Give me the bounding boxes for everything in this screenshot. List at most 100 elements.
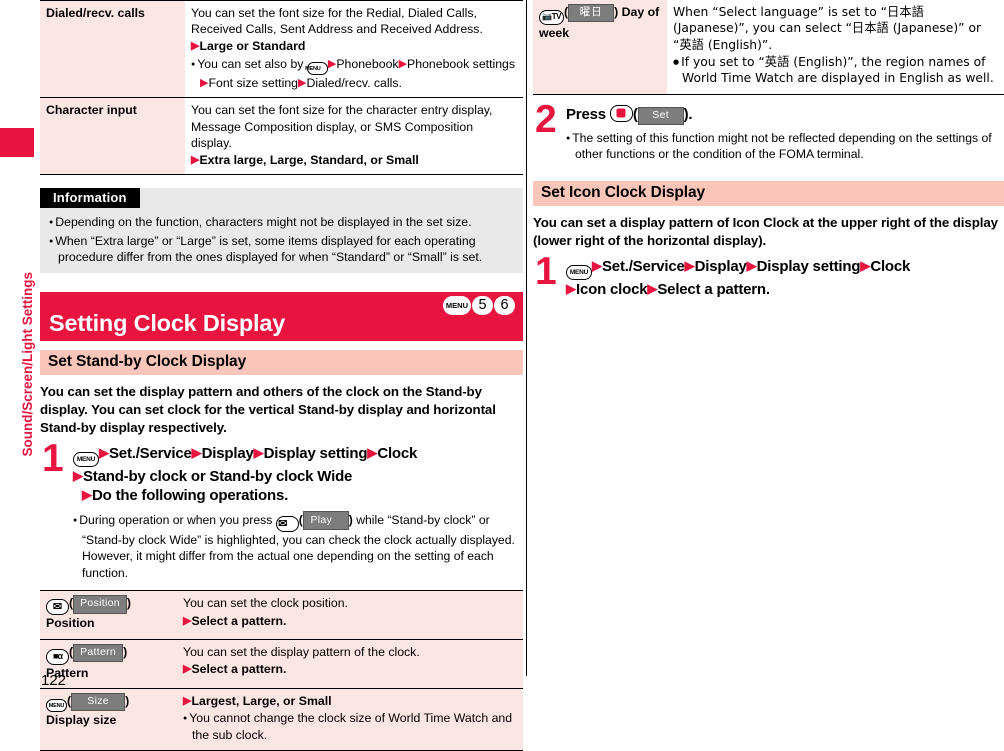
triangle-marker-icon: ▶: [73, 467, 83, 483]
triangle-marker-icon: ▶: [860, 257, 871, 273]
subsection-heading: Set Stand-by Clock Display: [40, 349, 523, 375]
row-key-cell: MENU(Size) Display size: [40, 687, 177, 751]
row-desc: You can set the font size for the charac…: [191, 103, 493, 150]
ok-key-icon: [609, 104, 633, 122]
table-row: ✉(Position) Position You can set the clo…: [40, 590, 523, 640]
step-number: 2: [535, 97, 557, 141]
row-key-cell: Dialed/recv. calls: [40, 0, 185, 98]
softkey-label: Position: [73, 595, 127, 614]
step-path-line3: Do the following operations.: [92, 487, 289, 505]
section-banner: Setting Clock Display MENU 5 6: [40, 291, 523, 341]
subsection-heading: Set Icon Clock Display: [533, 180, 1004, 206]
row-value-cell: You can set the font size for the charac…: [185, 97, 523, 176]
information-body: Depending on the function, characters mi…: [40, 208, 523, 265]
table-row: MENU(Size) Display size ▶Largest, Large,…: [40, 687, 523, 751]
triangle-marker-icon: ▶: [684, 257, 695, 273]
triangle-marker-icon: ▶: [398, 57, 408, 70]
row-note: You can set also by MENU▶Phonebook▶Phone…: [191, 56, 517, 92]
key-icon-group: MENU(Size): [46, 692, 129, 713]
row-option-label: Select a pattern.: [191, 613, 287, 628]
row-key-cell: ✉(Position) Position: [40, 590, 177, 640]
step-1: 1 MENU ▶Set./Service▶Display▶Display sett…: [40, 439, 523, 581]
key-icon-group: ✉(Position): [46, 595, 131, 616]
triangle-marker-icon: ▶: [191, 444, 202, 460]
table-row: 📷 TV(曜日) Day of week When “Select langua…: [533, 0, 1004, 95]
step-instruction: MENU ▶Set./Service▶Display▶Display settin…: [566, 257, 1004, 300]
step-path-1: Set./Service: [602, 257, 685, 275]
step-1-right: 1 MENU ▶Set./Service▶Display▶Display sett…: [533, 252, 1004, 300]
menu-key-icon: MENU: [46, 699, 67, 713]
mail-key-icon: ✉: [275, 515, 299, 532]
table-row: Character input You can set the font siz…: [40, 97, 523, 176]
row-note-path-4: Dialed/recv. calls.: [306, 76, 402, 91]
menu-key-icon: MENU: [73, 451, 99, 467]
row-key-cell: 📷 TV(曜日) Day of week: [533, 0, 667, 95]
table-row: ■α(Pattern) Pattern You can set the disp…: [40, 638, 523, 689]
row-note-line2: ▶Font size setting▶Dialed/recv. calls.: [200, 75, 517, 91]
step-path-line2b: Select a pattern.: [657, 280, 770, 298]
menu-key-badge: MENU: [442, 295, 471, 315]
row-note-path-1: Phonebook: [336, 56, 399, 71]
row-option-label: Large or Standard: [199, 39, 306, 54]
chapter-label: Sound/Screen/Light Settings: [20, 272, 35, 457]
row-key-label: Display size: [46, 713, 117, 728]
key-icon-group: ■α(Pattern): [46, 643, 127, 665]
intro-paragraph: You can set the display pattern and othe…: [40, 383, 496, 435]
information-box: Information Depending on the function, c…: [40, 188, 523, 273]
mail-key-group: ✉(Play): [275, 510, 353, 532]
step-note-bullet: During operation or when you press ✉(Pla…: [73, 510, 523, 581]
table-row: Dialed/recv. calls You can set the font …: [40, 0, 523, 98]
row-option: ▶Large or Standard: [191, 38, 517, 54]
step-note-part1: During operation or when you press: [79, 512, 273, 527]
triangle-marker-icon: ▶: [99, 444, 109, 460]
key-icon-group: 📷 TV(曜日): [539, 4, 618, 25]
manual-page: Sound/Screen/Light Settings Dialed/recv.…: [0, 0, 1004, 751]
chapter-tab-text-wrap: Sound/Screen/Light Settings: [6, 157, 35, 457]
chapter-tab-block: [0, 128, 34, 157]
triangle-marker-icon: ▶: [253, 444, 264, 460]
row-option: ▶Largest, Large, or Small: [183, 693, 517, 709]
row-desc: You can set the font size for the Redial…: [191, 6, 483, 37]
triangle-marker-icon: ▶: [647, 280, 658, 296]
step-note: During operation or when you press ✉(Pla…: [73, 510, 523, 581]
row-desc: You can set the display pattern of the c…: [183, 644, 420, 659]
row-desc: When “Select language” is set to “日本語 (J…: [673, 5, 982, 52]
row-desc: You can set the clock position.: [183, 596, 348, 611]
step-path-3: Display setting: [263, 444, 368, 462]
row-option-label: Select a pattern.: [191, 661, 287, 676]
step-path-4: Clock: [870, 257, 911, 275]
triangle-marker-icon: ▶: [746, 257, 757, 273]
mail-key-icon: ✉: [46, 599, 69, 616]
softkey-label: Play: [302, 510, 349, 530]
step-path-3: Display setting: [756, 257, 861, 275]
step-instruction: Press (Set).: [566, 104, 1004, 125]
step-instruction: MENU ▶Set./Service▶Display▶Display settin…: [73, 444, 523, 506]
row-note-path-3: Font size setting: [208, 76, 299, 91]
chapter-side-tab: Sound/Screen/Light Settings: [0, 128, 35, 457]
step-path-4: Clock: [377, 444, 418, 462]
day-of-week-table: 📷 TV(曜日) Day of week When “Select langua…: [533, 0, 1004, 95]
row-value-cell: You can set the clock position. ▶Select …: [177, 590, 523, 640]
triangle-marker-icon: ▶: [367, 444, 378, 460]
menu-key-icon: MENU: [566, 264, 592, 280]
step-path-2: Display: [201, 444, 254, 462]
row-key-label: Character input: [46, 103, 137, 118]
softkey-label: 曜日: [568, 4, 615, 23]
number-key-badge-6: 6: [494, 295, 515, 315]
row-note-prefix: You can set also by: [197, 56, 304, 71]
page-title: Setting Clock Display: [49, 309, 286, 336]
step-path-1: Set./Service: [109, 444, 192, 462]
triangle-marker-icon: ▶: [566, 280, 576, 296]
softkey-label: Set: [637, 106, 684, 125]
clock-options-table: ✉(Position) Position You can set the clo…: [40, 590, 523, 751]
column-divider: [526, 0, 527, 676]
row-value-cell: When “Select language” is set to “日本語 (J…: [667, 0, 1004, 95]
ok-key-group: (Set).: [609, 104, 693, 125]
row-value-cell: ▶Largest, Large, or Small You cannot cha…: [177, 687, 523, 751]
row-key-label: Dialed/recv. calls: [46, 6, 145, 20]
step-line-2: ▶Stand-by clock or Stand-by clock Wide: [73, 467, 523, 487]
row-option-label: Largest, Large, or Small: [191, 693, 332, 708]
step-2: 2 Press (Set). The setting of this funct…: [533, 100, 1004, 163]
intro-paragraph: You can set a display pattern of Icon Cl…: [533, 214, 998, 248]
camera-tv-key-icon: 📷 TV: [539, 10, 564, 25]
